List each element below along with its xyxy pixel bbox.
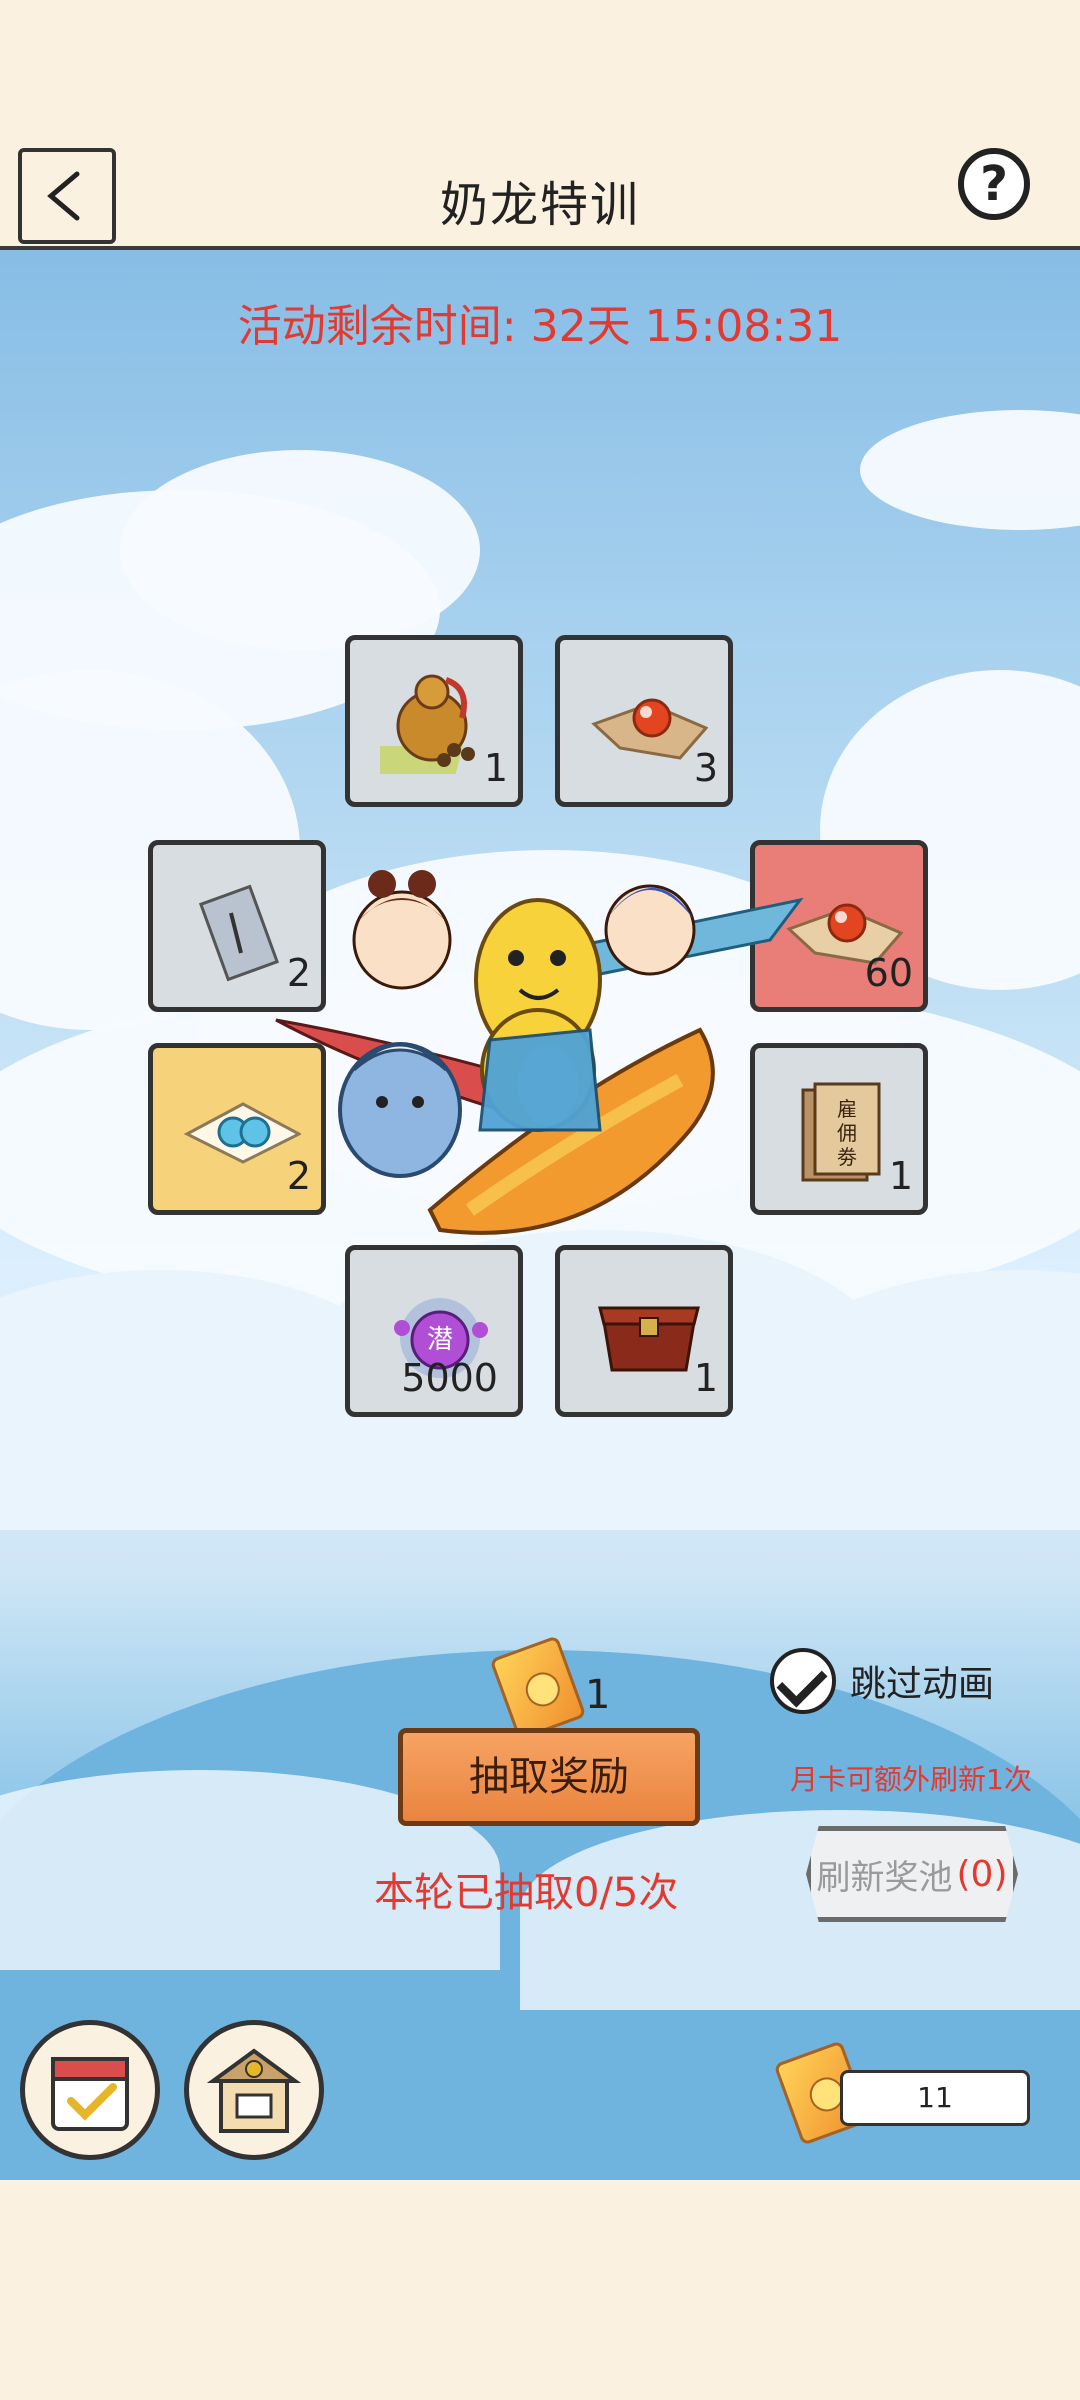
reward-qty: 1 [888,1154,913,1198]
round-draw-status-text: 本轮已抽取0/5次 [374,1870,679,1916]
timer-value: 32天 15:08:31 [530,301,843,352]
mascot-illustration [275,870,804,1235]
refresh-pool-count: (0) [956,1853,1008,1895]
game-screen: 奶龙特训 ? 活动剩余时间: 32天 15:08:31 1 3 2 60 2 雇… [0,0,1080,2400]
reward-item-gourd[interactable]: 1 [345,635,523,807]
checkbox-checked-icon[interactable] [770,1648,836,1714]
svg-text:劵: 劵 [837,1145,857,1169]
reward-qty: 60 [864,951,913,995]
checkin-calendar-button[interactable] [20,2020,160,2160]
calendar-icon [51,2057,129,2131]
refresh-pool-button[interactable]: 刷新奖池 (0) [806,1826,1018,1922]
svg-text:雇: 雇 [837,1097,857,1121]
gourd-icon [380,674,475,774]
shop-icon [206,2048,302,2133]
reward-qty: 1 [693,1356,718,1400]
draw-cost: 1 [585,1672,611,1718]
skip-animation-toggle[interactable]: 跳过动画 [770,1648,994,1714]
reward-qty: 1 [483,746,508,790]
refresh-pool-label: 刷新奖池 [816,1857,953,1898]
svg-text:潜: 潜 [427,1325,453,1355]
reward-qty: 5000 [401,1356,498,1400]
treasure-chest-icon [598,1306,700,1372]
orb-on-carpet-icon [591,698,708,760]
status-bar-area [0,0,1080,150]
svg-text:佣: 佣 [837,1121,857,1145]
page-title: 奶龙特训 [439,177,640,233]
reward-qty: 3 [693,746,718,790]
monthly-card-note: 月卡可额外刷新1次 [790,1763,1032,1796]
bottom-area [0,2180,1080,2400]
skip-animation-label: 跳过动画 [850,1664,995,1705]
timer-label: 活动剩余时间: [237,301,517,352]
ticket-balance: 11 [840,2070,1030,2126]
help-button[interactable]: ? [958,148,1030,220]
event-timer: 活动剩余时间: 32天 15:08:31 [0,290,1080,354]
shop-button[interactable] [184,2020,324,2160]
draw-reward-button[interactable]: 抽取奖励 [398,1728,700,1826]
reward-item-orb-small[interactable]: 3 [555,635,733,807]
